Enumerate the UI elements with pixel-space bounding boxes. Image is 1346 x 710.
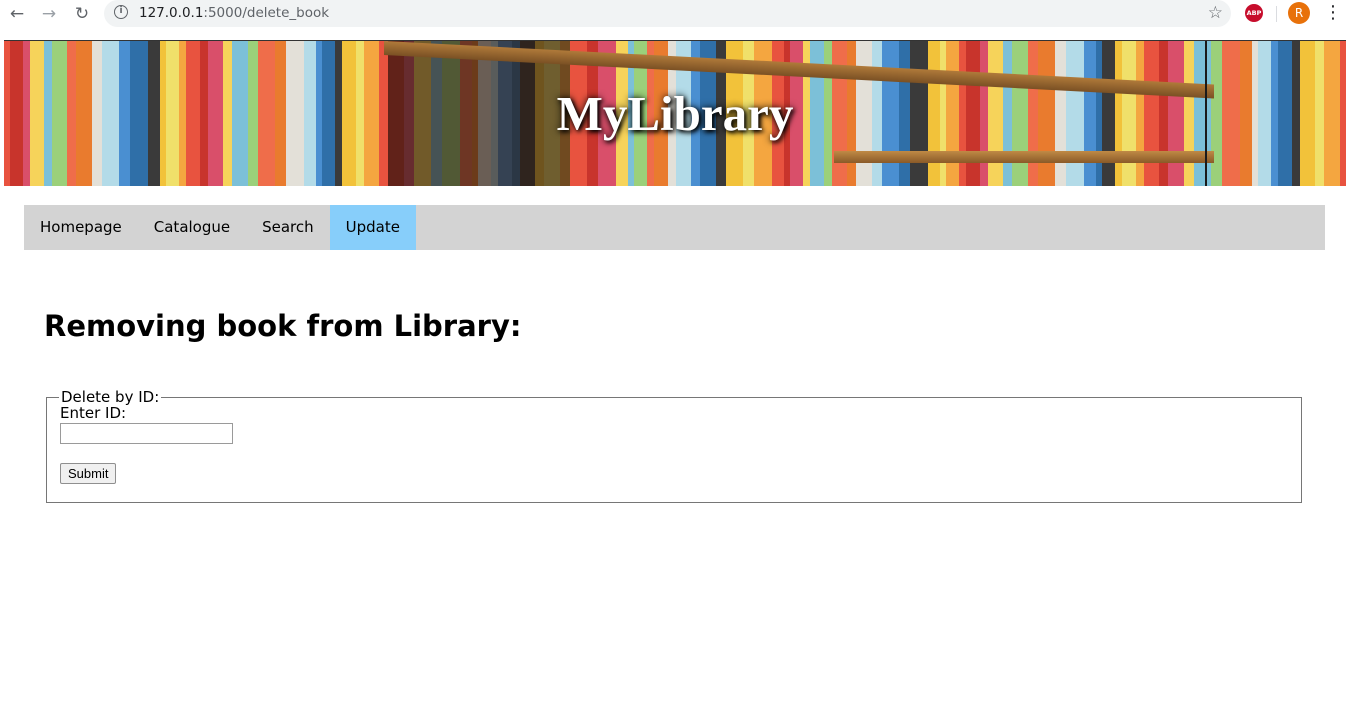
info-icon[interactable]: i — [114, 5, 128, 19]
profile-avatar[interactable]: R — [1288, 2, 1310, 24]
address-bar[interactable]: i 127.0.0.1:5000/delete_book ☆ — [104, 0, 1231, 27]
id-input[interactable] — [60, 423, 233, 444]
browser-toolbar: ← → ↻ i 127.0.0.1:5000/delete_book ☆ ABP… — [0, 0, 1346, 27]
url-text[interactable]: 127.0.0.1:5000/delete_book — [139, 5, 329, 21]
url-path: :5000/delete_book — [203, 5, 330, 21]
more-menu-icon[interactable]: ⋮ — [1324, 3, 1342, 25]
page-title: Removing book from Library: — [44, 309, 522, 343]
submit-button[interactable]: Submit — [60, 463, 117, 484]
nav-update[interactable]: Update — [329, 205, 416, 250]
nav-homepage[interactable]: Homepage — [24, 205, 138, 250]
forward-icon[interactable]: → — [38, 3, 60, 25]
main-nav: Homepage Catalogue Search Update — [24, 205, 1325, 250]
back-icon[interactable]: ← — [6, 3, 28, 25]
toolbar-divider — [1276, 6, 1277, 22]
reload-icon[interactable]: ↻ — [71, 3, 93, 25]
delete-by-id-form: Delete by ID: Enter ID: Submit — [46, 388, 1302, 503]
nav-catalogue[interactable]: Catalogue — [138, 205, 246, 250]
nav-search[interactable]: Search — [246, 205, 330, 250]
adblock-icon[interactable]: ABP — [1245, 4, 1263, 22]
shelf-decoration-lower — [834, 151, 1214, 163]
id-label: Enter ID: — [60, 404, 127, 422]
url-host: 127.0.0.1 — [139, 5, 204, 21]
site-title: MyLibrary — [556, 86, 794, 141]
bookmark-star-icon[interactable]: ☆ — [1208, 3, 1223, 23]
header-banner: MyLibrary — [4, 40, 1346, 186]
